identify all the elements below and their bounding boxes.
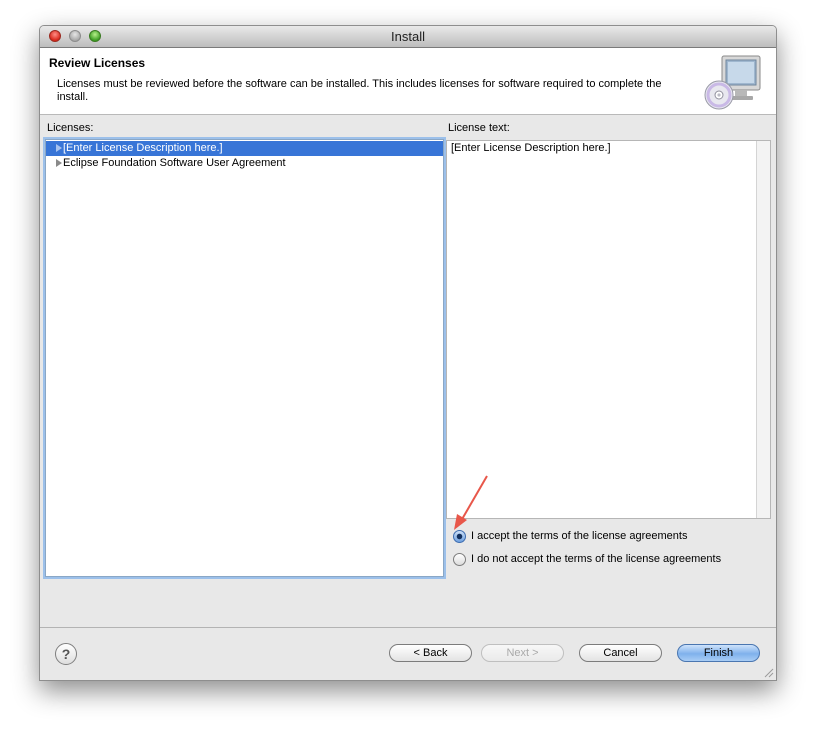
- help-button[interactable]: ?: [55, 643, 77, 665]
- page-description: Licenses must be reviewed before the sof…: [57, 78, 662, 103]
- license-item[interactable]: [Enter License Description here.]: [46, 141, 443, 156]
- title-bar: Install: [40, 26, 776, 48]
- decline-radio-label[interactable]: I do not accept the terms of the license…: [471, 553, 721, 565]
- license-item-label: Eclipse Foundation Software User Agreeme…: [63, 157, 286, 169]
- licenses-tree[interactable]: [Enter License Description here.] Eclips…: [45, 139, 444, 577]
- license-text-area[interactable]: [Enter License Description here.]: [446, 140, 771, 519]
- footer-divider: [40, 627, 776, 628]
- license-text-content: [Enter License Description here.]: [451, 142, 611, 154]
- accept-radio[interactable]: [453, 530, 466, 543]
- finish-button[interactable]: Finish: [677, 644, 760, 662]
- licenses-label: Licenses:: [47, 122, 94, 134]
- next-button[interactable]: Next >: [481, 644, 564, 662]
- license-text-label: License text:: [448, 122, 510, 134]
- expand-triangle-icon[interactable]: [56, 159, 62, 167]
- decline-radio[interactable]: [453, 553, 466, 566]
- expand-triangle-icon[interactable]: [56, 144, 62, 152]
- window-title: Install: [391, 29, 425, 44]
- accept-radio-label[interactable]: I accept the terms of the license agreem…: [471, 530, 687, 542]
- back-button[interactable]: < Back: [389, 644, 472, 662]
- license-item[interactable]: Eclipse Foundation Software User Agreeme…: [46, 156, 443, 171]
- resize-grip-icon[interactable]: [764, 668, 774, 678]
- cancel-button[interactable]: Cancel: [579, 644, 662, 662]
- license-item-label: [Enter License Description here.]: [63, 142, 223, 154]
- install-dialog: Install Review Licenses Licenses must be…: [39, 25, 777, 681]
- page-title: Review Licenses: [49, 56, 146, 70]
- wizard-header: Review Licenses Licenses must be reviewe…: [40, 48, 776, 115]
- install-cd-monitor-icon: [704, 55, 761, 110]
- annotation-arrow-icon: [454, 475, 488, 530]
- license-text-scrollbar[interactable]: [756, 141, 770, 518]
